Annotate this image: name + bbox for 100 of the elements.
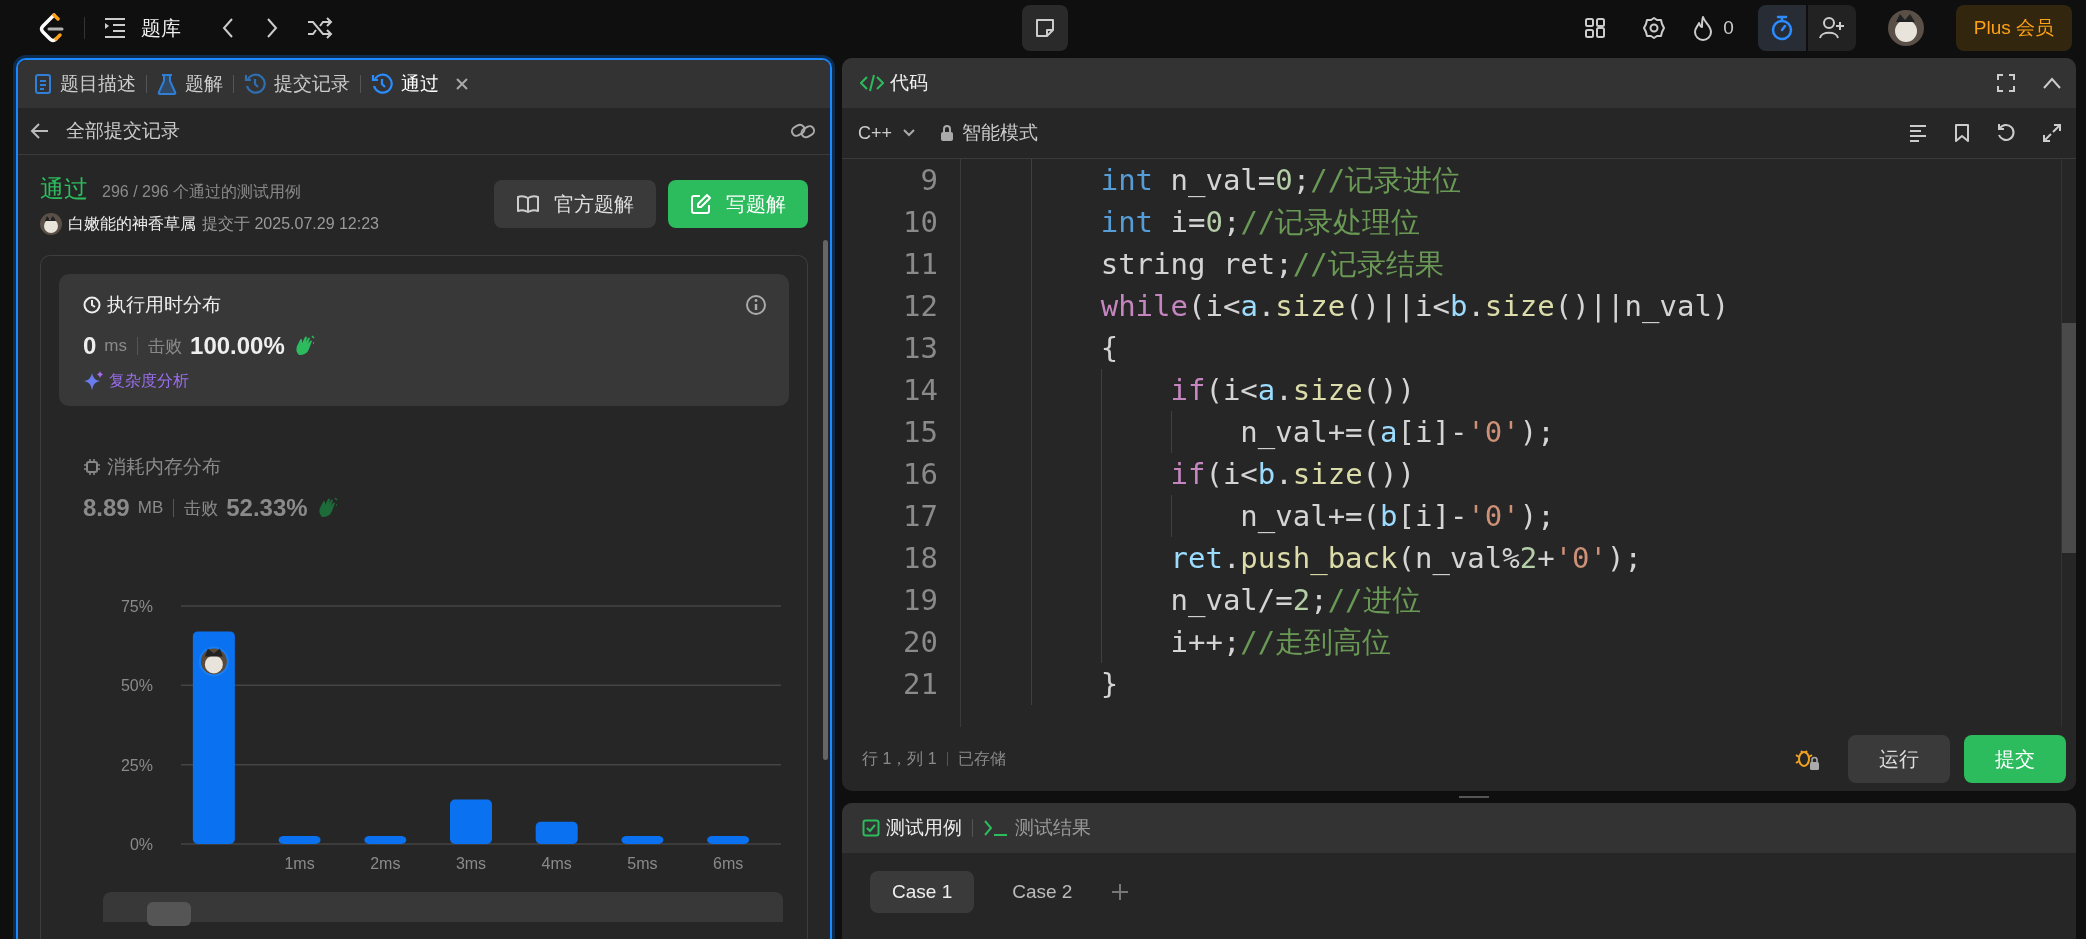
code-line: int n_val=0;//记录进位 <box>1100 162 1462 199</box>
premium-button[interactable]: Plus 会员 <box>1955 5 2072 51</box>
test-tab[interactable]: 测试用例 <box>862 815 962 841</box>
code-line: ret.push_back(n_val%2+'0'); <box>1170 540 1642 577</box>
axis-tick-label: 0% <box>129 836 153 853</box>
flask-icon <box>157 73 177 95</box>
timer-button[interactable] <box>1757 5 1806 51</box>
terminal-icon <box>983 819 1009 837</box>
invite-button[interactable] <box>1807 5 1856 51</box>
line-number: 13 <box>902 330 938 367</box>
line-number: 15 <box>902 414 938 451</box>
streak-count: 0 <box>1723 17 1734 39</box>
run-button[interactable]: 运行 <box>1848 735 1950 783</box>
stat-unit: ms <box>104 336 128 356</box>
checkbox-icon <box>862 819 880 837</box>
user-name[interactable]: 白嫩能的神香草属 <box>68 213 196 235</box>
panel-tab[interactable]: 提交记录 <box>244 71 350 97</box>
line-number: 9 <box>919 162 938 199</box>
clock-icon <box>83 296 101 314</box>
test-tab[interactable]: 测试结果 <box>983 815 1091 841</box>
histogram-bar[interactable] <box>192 631 235 844</box>
history-icon <box>244 73 266 95</box>
logo-icon[interactable] <box>38 13 66 43</box>
stat-value: 8.89 <box>83 494 130 522</box>
line-number: 18 <box>902 540 938 577</box>
note-icon <box>1034 17 1056 39</box>
official-solution-button[interactable]: 官方题解 <box>494 180 656 228</box>
axis-tick-label: 4ms <box>541 855 572 872</box>
language-select[interactable]: C++ <box>858 122 917 144</box>
submit-time: 提交于 2025.07.29 12:23 <box>202 213 379 234</box>
back-link[interactable]: 全部提交记录 <box>30 118 180 144</box>
chip-icon <box>83 458 101 476</box>
format-icon[interactable] <box>1908 124 1928 142</box>
case-tab[interactable]: Case 1 <box>870 871 975 913</box>
beats-percent: 100.00% <box>190 332 285 360</box>
distribution-card[interactable]: 消耗内存分布 8.89 MB 击败 52.33% <box>59 436 789 536</box>
save-status: 已存储 <box>957 748 1006 769</box>
axis-tick-label: 5ms <box>627 855 658 872</box>
back-arrow-icon <box>30 122 50 140</box>
caret-icon <box>902 128 917 138</box>
line-number: 16 <box>902 456 938 493</box>
distribution-card[interactable]: 执行用时分布 0 ms 击败 100.00% 复杂度分析 <box>59 274 789 406</box>
document-icon <box>34 73 52 95</box>
axis-tick-label: 3ms <box>455 855 487 872</box>
note-button[interactable] <box>1022 5 1068 51</box>
beats-label: 击败 <box>184 497 219 520</box>
range-handle[interactable] <box>147 902 191 926</box>
line-number: 10 <box>902 204 938 241</box>
scrollbar[interactable] <box>2062 323 2076 553</box>
panel-tab[interactable]: 通过 <box>371 71 469 97</box>
code-line: int i=0;//记录处理位 <box>1100 204 1421 241</box>
lock-icon <box>940 124 955 142</box>
distribution-title: 消耗内存分布 <box>107 455 221 479</box>
add-icon[interactable] <box>1110 882 1131 902</box>
book-icon <box>516 194 540 214</box>
collapse-icon[interactable] <box>2042 76 2062 90</box>
status-label: 通过 <box>40 174 88 204</box>
cursor-position: 行 1，列 1 <box>862 748 937 769</box>
problem-list-button[interactable]: 题库 <box>103 14 181 42</box>
settings-icon[interactable] <box>1642 16 1667 40</box>
code-line: n_val+=(a[i]-'0'); <box>1240 414 1555 451</box>
flame-icon[interactable] <box>1693 15 1714 41</box>
debug-icon[interactable] <box>1794 747 1820 771</box>
code-line: while(i<a.size()||i<b.size()||n_val) <box>1100 288 1730 325</box>
axis-tick-label: 6ms <box>713 855 744 872</box>
reset-icon[interactable] <box>1996 123 2016 143</box>
close-icon[interactable] <box>455 77 469 91</box>
mode-toggle[interactable]: 智能模式 <box>940 120 1039 146</box>
code-line: { <box>1100 330 1119 367</box>
shuffle-icon[interactable] <box>307 17 333 39</box>
panel-title: 代码 <box>890 71 928 95</box>
code-icon <box>860 73 884 93</box>
code-line: } <box>1100 666 1119 703</box>
scrollbar[interactable] <box>823 240 828 760</box>
layout-icon[interactable] <box>1584 17 1607 39</box>
avatar-icon <box>198 646 229 677</box>
edit-icon <box>690 193 712 215</box>
avatar-icon[interactable] <box>1887 10 1924 46</box>
stat-unit: MB <box>137 498 164 518</box>
case-tab[interactable]: Case 2 <box>990 871 1095 913</box>
beats-label: 击败 <box>148 335 183 358</box>
line-number: 11 <box>902 246 938 283</box>
expand-icon[interactable] <box>2042 123 2062 143</box>
code-line: string ret;//记录结果 <box>1100 246 1444 283</box>
line-number: 21 <box>902 666 938 703</box>
panel-tab[interactable]: 题解 <box>157 71 223 97</box>
stat-value: 0 <box>83 332 97 360</box>
line-number: 12 <box>902 288 938 325</box>
bookmark-icon[interactable] <box>1954 123 1970 143</box>
passed-count: 296 / 296 个通过的测试用例 <box>102 182 302 202</box>
info-icon[interactable] <box>745 294 767 316</box>
axis-tick-label: 50% <box>120 677 153 695</box>
panel-tab[interactable]: 题目描述 <box>34 71 136 97</box>
axis-tick-label: 1ms <box>284 855 315 872</box>
axis-tick-label: 75% <box>120 598 153 615</box>
fullscreen-icon[interactable] <box>1996 73 2016 93</box>
line-number: 17 <box>902 498 938 535</box>
line-number: 20 <box>902 624 938 661</box>
add-user-icon <box>1818 16 1845 40</box>
stopwatch-icon <box>1769 15 1794 41</box>
